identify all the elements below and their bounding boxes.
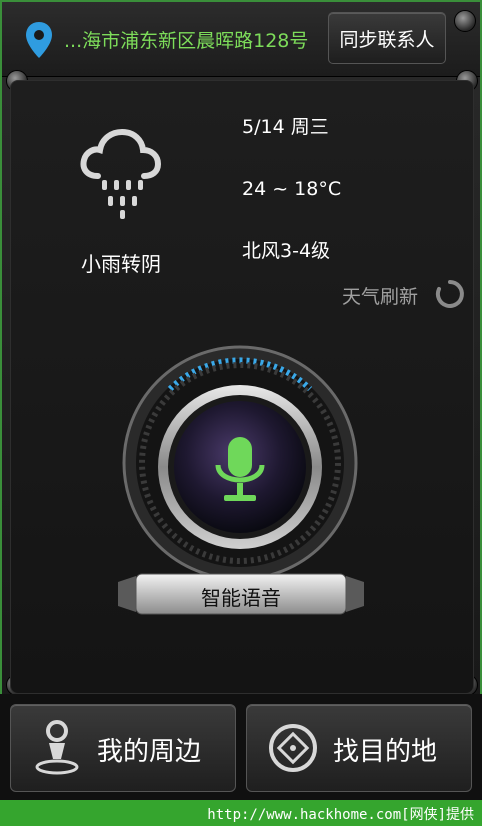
nearby-label: 我的周边 xyxy=(97,737,202,767)
weather-refresh-label[interactable]: 天气刷新 xyxy=(342,282,418,309)
footer-bar: http://www.hackhome.com[网侠]提供 xyxy=(0,800,482,826)
voice-label[interactable]: 智能语音 xyxy=(138,582,344,611)
location-person-icon xyxy=(35,720,79,775)
nearby-button[interactable]: 我的周边 xyxy=(10,704,236,792)
destination-label: 找目的地 xyxy=(333,737,438,767)
weather-wind: 北风3-4级 xyxy=(242,240,331,262)
location-pin-icon xyxy=(26,22,52,58)
footer-credit: http://www.hackhome.com[网侠]提供 xyxy=(207,807,474,823)
sync-contacts-button[interactable]: 同步联系人 xyxy=(328,12,446,64)
rain-cloud-icon xyxy=(80,128,162,219)
weather-date: 5/14 周三 xyxy=(242,116,329,138)
voice-assistant-button[interactable] xyxy=(122,345,358,581)
weather-condition: 小雨转阴 xyxy=(81,252,161,276)
refresh-icon[interactable] xyxy=(434,278,466,310)
screw-decoration xyxy=(454,10,476,32)
current-address: ...海市浦东新区晨晖路128号 xyxy=(64,30,309,52)
top-bar: ...海市浦东新区晨晖路128号 同步联系人 xyxy=(2,2,480,77)
weather-temperature: 24 ~ 18°C xyxy=(242,178,342,200)
compass-icon xyxy=(269,724,317,772)
find-destination-button[interactable]: 找目的地 xyxy=(246,704,472,792)
